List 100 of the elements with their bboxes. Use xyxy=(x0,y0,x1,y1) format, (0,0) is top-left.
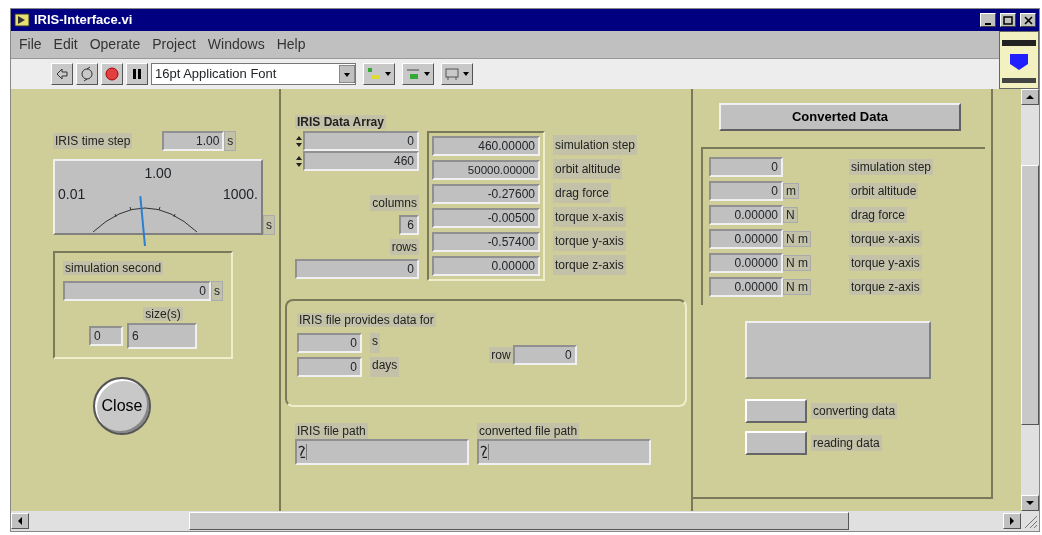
control-label: IRIS file provides data for xyxy=(297,313,436,327)
numeric-field: 0.00000 xyxy=(709,253,783,273)
stop-icon xyxy=(104,66,120,82)
run-button[interactable] xyxy=(51,63,73,85)
menu-item[interactable]: Project xyxy=(152,34,196,55)
align-button[interactable] xyxy=(363,63,395,85)
index-field[interactable]: 0 xyxy=(303,131,419,151)
menu-item[interactable]: Help xyxy=(276,34,306,55)
led-button[interactable] xyxy=(745,431,807,455)
pause-button[interactable] xyxy=(126,63,148,85)
numeric-field: 460.00000 xyxy=(432,136,540,156)
window-title: IRIS-Interface.vi xyxy=(34,11,134,30)
menu-item[interactable]: File xyxy=(19,34,42,55)
scroll-left-button[interactable] xyxy=(11,513,29,529)
up-arrow-icon xyxy=(1026,94,1034,100)
distribute-icon xyxy=(405,66,421,82)
menu-item[interactable]: Windows xyxy=(207,34,265,55)
control-label: torque z-axis xyxy=(849,279,922,295)
unit-label: N m xyxy=(783,279,811,295)
control-label: torque z-axis xyxy=(553,255,626,275)
numeric-field[interactable]: 6 xyxy=(127,323,197,349)
control-label: orbit altitude xyxy=(553,159,623,179)
down-arrow-icon xyxy=(1026,500,1034,506)
reorder-icon xyxy=(444,66,460,82)
unit-label: N m xyxy=(783,255,811,271)
unit-label: s xyxy=(211,281,223,301)
run-continuously-button[interactable] xyxy=(76,63,98,85)
led-button[interactable] xyxy=(745,399,807,423)
app-icon xyxy=(14,13,30,27)
numeric-field: 0 xyxy=(709,157,783,177)
minimize-icon xyxy=(985,22,991,25)
control-label: torque x-axis xyxy=(553,207,626,227)
maximize-button[interactable] xyxy=(1000,13,1016,27)
scroll-right-button[interactable] xyxy=(1003,513,1021,529)
control-label: orbit altitude xyxy=(849,183,919,199)
control-label: IRIS time step xyxy=(53,133,133,149)
numeric-field: 0 xyxy=(709,181,783,201)
control-label: simulation second xyxy=(63,261,164,275)
unit-label: N xyxy=(783,207,798,223)
path-field[interactable] xyxy=(477,439,651,465)
index-field[interactable]: 0 xyxy=(89,326,123,346)
numeric-field: 0 xyxy=(512,345,577,365)
scroll-thumb[interactable] xyxy=(1021,165,1039,425)
caret-icon xyxy=(339,65,355,83)
reorder-button[interactable] xyxy=(441,63,473,85)
unit-label: s xyxy=(370,333,380,353)
control-label: rows xyxy=(389,239,419,255)
numeric-field: 50000.00000 xyxy=(432,160,540,180)
scale-label: 1.00 xyxy=(143,164,173,183)
path-field[interactable] xyxy=(295,439,469,465)
close-button[interactable] xyxy=(1020,13,1036,27)
unit-label: s xyxy=(263,215,275,235)
index-field[interactable]: 460 xyxy=(303,151,419,171)
control-label: drag force xyxy=(849,207,908,223)
unit-label: days xyxy=(370,357,400,377)
close-icon xyxy=(1023,16,1033,26)
control-label: torque x-axis xyxy=(849,231,922,247)
path-icon xyxy=(297,444,307,460)
scroll-down-button[interactable] xyxy=(1021,495,1039,511)
numeric-field: -0.00500 xyxy=(432,208,540,228)
converted-data-button[interactable]: Converted Data xyxy=(719,103,961,131)
control-label: torque y-axis xyxy=(553,231,626,251)
control-label: reading data xyxy=(811,435,882,451)
left-arrow-icon xyxy=(17,517,23,525)
numeric-field[interactable]: 1.00 xyxy=(162,131,225,151)
menu-item[interactable]: Edit xyxy=(53,34,78,55)
numeric-field: 0.00000 xyxy=(709,205,783,225)
distribute-button[interactable] xyxy=(402,63,434,85)
control-label: converted file path xyxy=(477,423,580,439)
control-label: row xyxy=(489,347,513,363)
numeric-field: 0.00000 xyxy=(709,229,783,249)
scroll-up-button[interactable] xyxy=(1021,89,1039,105)
scroll-thumb[interactable] xyxy=(189,512,849,530)
unit-label: s xyxy=(224,131,237,151)
control-label: simulation step xyxy=(849,159,934,175)
cycle-icon xyxy=(79,66,95,82)
numeric-field: 0 xyxy=(297,333,362,353)
numeric-field: 0.00000 xyxy=(432,256,540,276)
numeric-field[interactable]: 0 xyxy=(63,281,211,301)
abort-button[interactable] xyxy=(101,63,123,85)
numeric-field: -0.27600 xyxy=(432,184,540,204)
scale-label: 0.01 xyxy=(58,185,86,204)
unit-label: N m xyxy=(783,231,811,247)
font-dropdown[interactable]: 16pt Application Font xyxy=(151,63,356,85)
numeric-field: 0 xyxy=(297,357,362,377)
path-icon xyxy=(479,444,489,460)
numeric-field: -0.57400 xyxy=(432,232,540,252)
maximize-icon xyxy=(1003,16,1013,26)
unit-label: m xyxy=(783,183,799,199)
control-label: simulation step xyxy=(553,135,638,155)
menu-item[interactable]: Operate xyxy=(89,34,141,55)
control-label: drag force xyxy=(553,183,612,203)
array-label: IRIS Data Array xyxy=(295,115,386,129)
close-button[interactable]: Close xyxy=(93,377,151,435)
scale-label: 1000. xyxy=(222,185,258,204)
control-label: torque y-axis xyxy=(849,255,922,271)
control-label: columns xyxy=(370,195,419,211)
minimize-button[interactable] xyxy=(980,13,996,27)
align-icon xyxy=(366,66,382,82)
control-label: IRIS file path xyxy=(295,423,368,439)
